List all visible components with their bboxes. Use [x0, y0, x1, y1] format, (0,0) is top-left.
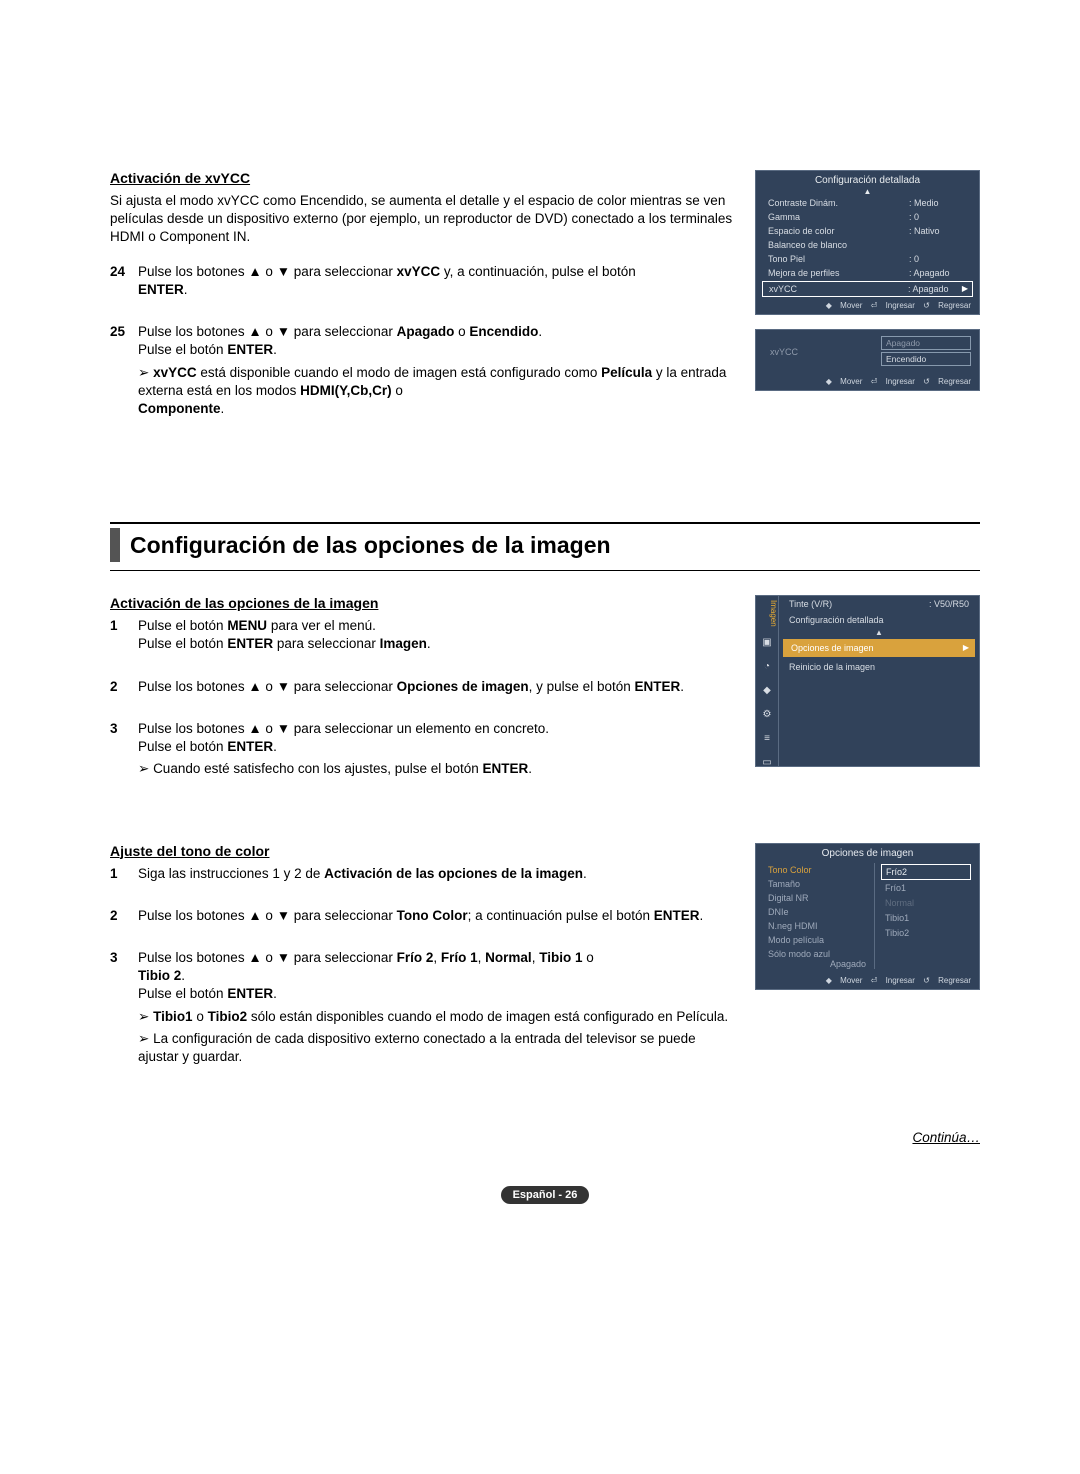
opt-apagado: Apagado	[881, 336, 971, 350]
osd-row: Tono Piel: 0	[756, 252, 979, 266]
opt-encendido: Encendido	[881, 352, 971, 366]
osd-row: Gamma: 0	[756, 210, 979, 224]
tab-icon: ▭	[756, 751, 778, 775]
heading-tono-color: Ajuste del tono de color	[110, 843, 735, 859]
osd-imagen-menu: Imagen ▣ ◔ ◆ ⚙ ≡ ▭ Tinte (V/R): V50/R50 …	[755, 595, 980, 767]
osd-footer: ◆ Mover ⏎ Ingresar ↺ Regresar	[756, 374, 979, 390]
osd-row: Configuración detallada	[779, 612, 979, 628]
osd-row: Tamaño	[768, 877, 874, 891]
osd-row: Tinte (V/R): V50/R50	[779, 596, 979, 612]
note-satisfecho: Cuando esté satisfecho con los ajustes, …	[138, 760, 735, 778]
osd-side-label: Imagen	[756, 596, 778, 631]
page-footer: Español - 26	[501, 1186, 590, 1204]
step-24: 24 Pulse los botones ▲ o ▼ para seleccio…	[110, 263, 735, 299]
tab-icon: ◆	[756, 679, 778, 703]
osd-row: Balanceo de blanco	[756, 238, 979, 252]
osd-row-highlight: Opciones de imagen	[783, 639, 975, 657]
note-dispositivo: La configuración de cada dispositivo ext…	[138, 1030, 735, 1066]
osd-row: Reinicio de la imagen	[779, 659, 979, 675]
osd-row: Mejora de perfiles: Apagado	[756, 266, 979, 280]
tab-icon: ▣	[756, 631, 778, 655]
osd-footer: ◆ Mover ⏎ Ingresar ↺ Regresar	[756, 298, 979, 314]
step-1-menu: 1 Pulse el botón MENU para ver el menú. …	[110, 617, 735, 653]
heading-xvycc: Activación de xvYCC	[110, 170, 735, 186]
osd-footer: ◆ Mover ⏎ Ingresar ↺ Regresar	[756, 973, 979, 989]
osd-row: Espacio de color: Nativo	[756, 224, 979, 238]
intro-xvycc: Si ajusta el modo xvYCC como Encendido, …	[110, 192, 735, 247]
osd-row: DNIe	[768, 905, 874, 919]
tab-icon: ≡	[756, 727, 778, 751]
note-tibio: Tibio1 o Tibio2 sólo están disponibles c…	[138, 1008, 735, 1026]
osd-xvycc-toggle: xvYCC Apagado Encendido ◆ Mover ⏎ Ingres…	[755, 329, 980, 391]
step-2-tono: 2 Pulse los botones ▲ o ▼ para seleccion…	[110, 907, 735, 925]
heading-activacion-opciones: Activación de las opciones de la imagen	[110, 595, 735, 611]
osd-option: Tibio1	[881, 911, 971, 925]
tab-icon: ⚙	[756, 703, 778, 727]
osd-row-selected: xvYCC : Apagado	[762, 281, 973, 297]
osd-opciones-imagen: Opciones de imagen Tono ColorTamañoDigit…	[755, 843, 980, 990]
osd-row: Tono Color	[768, 863, 874, 877]
step-25: 25 Pulse los botones ▲ o ▼ para seleccio…	[110, 323, 735, 418]
osd-row: Digital NR	[768, 891, 874, 905]
osd-row: Contraste Dinám.: Medio	[756, 196, 979, 210]
osd-option: Frío2	[881, 864, 971, 880]
step-1-siga: 1 Siga las instrucciones 1 y 2 de Activa…	[110, 865, 735, 883]
osd-option: Normal	[881, 896, 971, 910]
osd-option: Tibio2	[881, 926, 971, 940]
title-bar-icon	[110, 528, 120, 562]
osd-config-detallada: Configuración detallada ▲ Contraste Diná…	[755, 170, 980, 315]
osd-row: Sólo modo azulApagado	[768, 947, 874, 961]
step-3-elemento: 3 Pulse los botones ▲ o ▼ para seleccion…	[110, 720, 735, 779]
osd-option: Frío1	[881, 881, 971, 895]
note-xvycc: xvYCC está disponible cuando el modo de …	[138, 364, 735, 419]
continua-label: Continúa…	[110, 1130, 980, 1145]
tab-icon: ◔	[756, 655, 778, 679]
osd-row: N.neg HDMI	[768, 919, 874, 933]
step-2-opciones: 2 Pulse los botones ▲ o ▼ para seleccion…	[110, 678, 735, 696]
osd-row: Modo película	[768, 933, 874, 947]
step-3-frio: 3 Pulse los botones ▲ o ▼ para seleccion…	[110, 949, 735, 1066]
section-title: Configuración de las opciones de la imag…	[130, 532, 611, 559]
up-arrow-icon: ▲	[756, 188, 979, 196]
